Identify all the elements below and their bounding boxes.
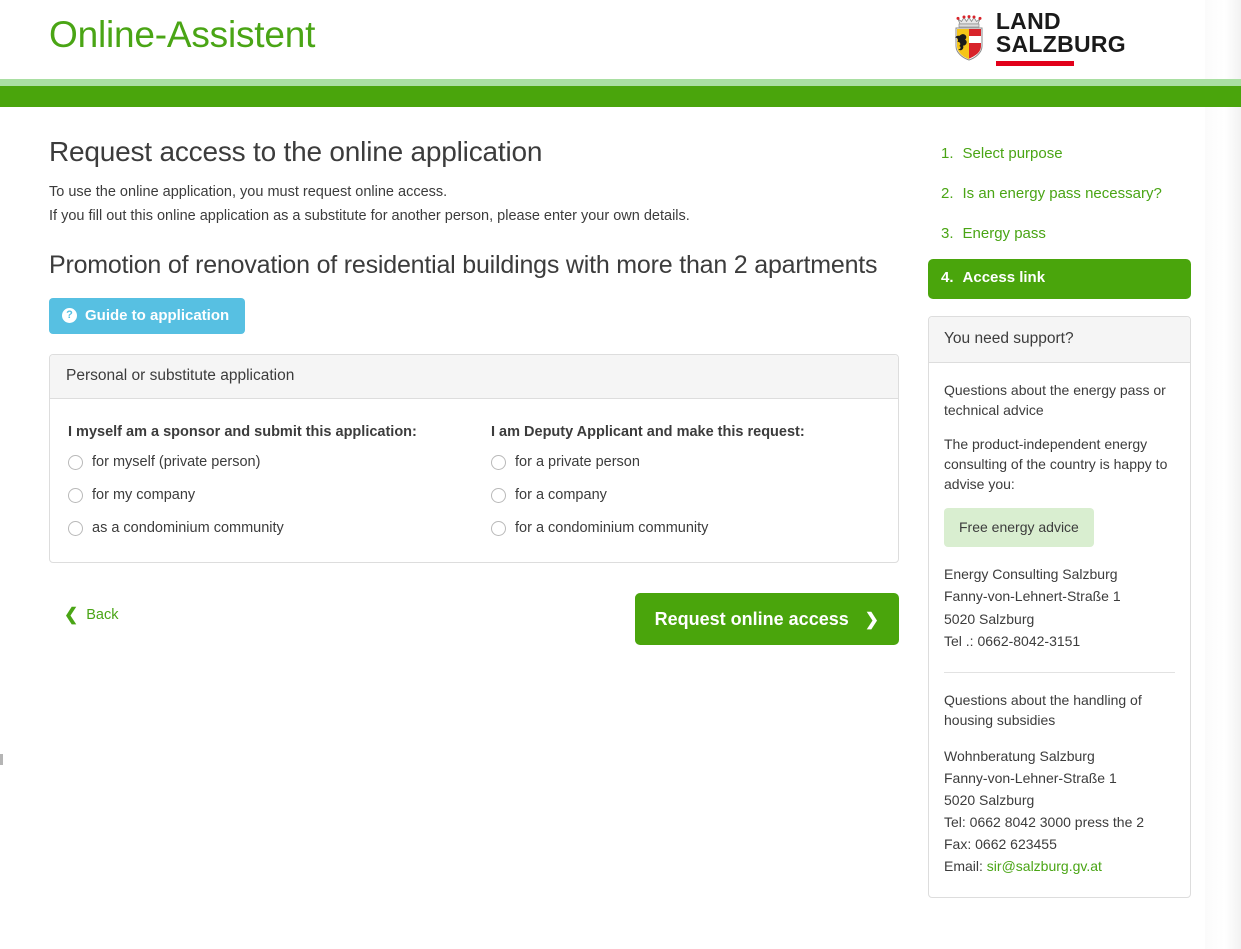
support-divider bbox=[944, 671, 1175, 673]
radio-label: for a company bbox=[515, 487, 607, 504]
radio-icon[interactable] bbox=[68, 520, 83, 536]
personal-or-substitute-panel: Personal or substitute application I mys… bbox=[49, 354, 899, 564]
radio-label: for myself (private person) bbox=[92, 454, 261, 471]
step-label: Is an energy pass necessary? bbox=[962, 184, 1162, 202]
page-right-edge bbox=[1205, 0, 1241, 949]
deputy-group-legend: I am Deputy Applicant and make this requ… bbox=[491, 424, 805, 441]
radio-label: as a condominium community bbox=[92, 520, 284, 537]
logo-red-rule bbox=[995, 60, 1074, 66]
step-number: 4. bbox=[941, 269, 954, 287]
contact-email-link[interactable]: sir@salzburg.gv.at bbox=[987, 858, 1102, 874]
guide-button-label: Guide to application bbox=[85, 307, 230, 325]
step-number: 1. bbox=[941, 145, 954, 162]
sponsor-group-legend: I myself am a sponsor and submit this ap… bbox=[68, 424, 417, 441]
logo-line-salzburg: SALZBURG bbox=[995, 31, 1126, 58]
sidebar: 1. Select purpose 2. Is an energy pass n… bbox=[928, 135, 1191, 899]
contact-email-row: Email: sir@salzburg.gv.at bbox=[944, 855, 1175, 877]
panel-body: I myself am a sponsor and submit this ap… bbox=[50, 399, 898, 562]
radio-icon[interactable] bbox=[68, 454, 83, 470]
contact-city: 5020 Salzburg bbox=[944, 610, 1035, 627]
step-number: 2. bbox=[941, 184, 954, 202]
support-para-housing-subsidies: Questions about the handling of housing … bbox=[944, 691, 1142, 728]
panel-heading: Personal or substitute application bbox=[50, 355, 898, 400]
left-edge-marker bbox=[0, 754, 3, 765]
contact-fax: Fax: 0662 623455 bbox=[944, 836, 1057, 852]
contact-name: Energy Consulting Salzburg bbox=[944, 566, 1118, 583]
accent-band bbox=[0, 79, 1241, 107]
step-label: Energy pass bbox=[962, 224, 1046, 242]
free-energy-advice-label: Free energy advice bbox=[959, 519, 1079, 536]
form-actions: ❮ Back Request online access ❯ bbox=[49, 593, 899, 653]
deputy-option-group: I am Deputy Applicant and make this requ… bbox=[474, 424, 882, 536]
logo-wordmark: LAND SALZBURG bbox=[995, 8, 1126, 66]
main-column: Request access to the online application… bbox=[49, 135, 899, 653]
radio-for-a-company[interactable]: for a company bbox=[491, 487, 882, 503]
radio-icon[interactable] bbox=[491, 520, 506, 536]
back-link[interactable]: ❮ Back bbox=[64, 606, 119, 623]
radio-icon[interactable] bbox=[491, 487, 506, 503]
contact-name: Wohnberatung Salzburg bbox=[944, 747, 1095, 764]
land-salzburg-logo: LAND SALZBURG bbox=[952, 8, 1126, 66]
intro-text: To use the online application, you must … bbox=[49, 181, 899, 228]
radio-icon[interactable] bbox=[491, 454, 506, 470]
support-para-energy-pass: Questions about the energy pass or techn… bbox=[944, 382, 1166, 418]
energy-consulting-address: Energy Consulting Salzburg Fanny-von-Leh… bbox=[944, 563, 1175, 651]
support-panel: You need support? Questions about the en… bbox=[928, 316, 1191, 899]
radio-for-a-condominium-community[interactable]: for a condominium community bbox=[491, 520, 882, 536]
radio-for-my-company[interactable]: for my company bbox=[68, 487, 474, 503]
request-online-access-button[interactable]: Request online access ❯ bbox=[634, 593, 899, 646]
radio-icon[interactable] bbox=[68, 487, 83, 503]
application-subject-title: Promotion of renovation of residential b… bbox=[49, 251, 878, 280]
contact-street: Fanny-von-Lehnert-Straße 1 bbox=[944, 588, 1121, 605]
chevron-left-icon: ❮ bbox=[64, 605, 79, 625]
step-number: 3. bbox=[941, 224, 954, 242]
sidebar-step-access-link[interactable]: 4. Access link bbox=[928, 259, 1191, 299]
back-link-label: Back bbox=[86, 606, 119, 623]
page-title: Request access to the online application bbox=[49, 136, 543, 167]
sidebar-step-energy-pass-necessary[interactable]: 2. Is an energy pass necessary? bbox=[928, 175, 1191, 215]
wohnberatung-address: Wohnberatung Salzburg Fanny-von-Lehner-S… bbox=[944, 745, 1175, 878]
sidebar-step-select-purpose[interactable]: 1. Select purpose bbox=[928, 135, 1191, 175]
support-para-consulting: The product-independent energy consultin… bbox=[944, 435, 1168, 492]
guide-to-application-button[interactable]: ? Guide to application bbox=[49, 298, 246, 335]
contact-street: Fanny-von-Lehner-Straße 1 bbox=[944, 769, 1117, 786]
radio-for-myself-private-person[interactable]: for myself (private person) bbox=[68, 454, 474, 470]
sponsor-option-group: I myself am a sponsor and submit this ap… bbox=[66, 424, 474, 536]
radio-label: for my company bbox=[92, 487, 196, 504]
step-navigation: 1. Select purpose 2. Is an energy pass n… bbox=[928, 135, 1191, 299]
intro-line-1: To use the online application, you must … bbox=[49, 184, 448, 201]
contact-tel: Tel: 0662 8042 3000 press the 2 bbox=[944, 813, 1145, 830]
intro-line-2: If you fill out this online application … bbox=[49, 207, 690, 224]
logo-line-land: LAND bbox=[995, 8, 1061, 34]
page-content: Request access to the online application… bbox=[0, 107, 1241, 899]
brand-title: Online-Assistent bbox=[49, 14, 316, 55]
contact-city: 5020 Salzburg bbox=[944, 791, 1035, 808]
accent-band-light bbox=[0, 79, 1241, 86]
accent-band-dark bbox=[0, 86, 1241, 107]
chevron-right-icon: ❯ bbox=[864, 609, 879, 629]
step-label: Access link bbox=[962, 269, 1046, 287]
land-salzburg-coat-of-arms-icon bbox=[952, 15, 986, 61]
question-circle-icon: ? bbox=[62, 308, 77, 324]
request-online-access-label: Request online access bbox=[654, 608, 849, 629]
step-label: Select purpose bbox=[962, 145, 1063, 162]
support-panel-body: Questions about the energy pass or techn… bbox=[929, 363, 1190, 897]
free-energy-advice-button[interactable]: Free energy advice bbox=[944, 508, 1094, 548]
radio-label: for a condominium community bbox=[515, 520, 709, 537]
sidebar-step-energy-pass[interactable]: 3. Energy pass bbox=[928, 215, 1191, 255]
support-panel-heading: You need support? bbox=[929, 317, 1190, 363]
radio-as-a-condominium-community[interactable]: as a condominium community bbox=[68, 520, 474, 536]
radio-for-a-private-person[interactable]: for a private person bbox=[491, 454, 882, 470]
page-header: Online-Assistent LAND SALZBURG bbox=[0, 0, 1241, 79]
contact-tel: Tel .: 0662-8042-3151 bbox=[944, 632, 1081, 649]
contact-email-label: Email: bbox=[944, 858, 987, 875]
radio-label: for a private person bbox=[515, 454, 640, 471]
